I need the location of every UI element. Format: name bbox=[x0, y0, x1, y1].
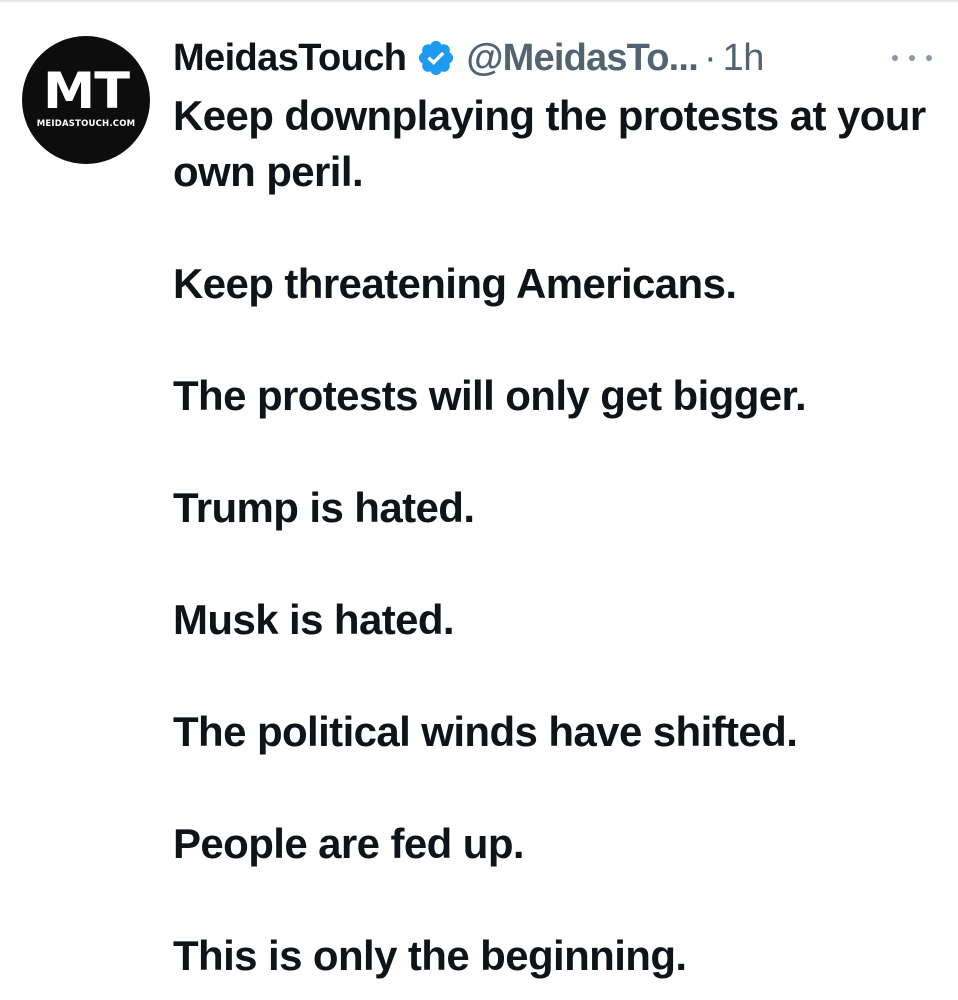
tweet-paragraph: Keep threatening Americans. bbox=[173, 260, 737, 307]
tweet-header: MeidasTouch @MeidasTo... · 1h bbox=[173, 30, 764, 86]
avatar-initials: MT bbox=[43, 62, 130, 120]
tweet-paragraph: This is only the beginning. bbox=[173, 932, 687, 979]
display-name[interactable]: MeidasTouch bbox=[173, 39, 407, 77]
handle[interactable]: @MeidasTo... bbox=[466, 39, 698, 77]
top-divider bbox=[0, 0, 958, 2]
avatar[interactable]: MT MEIDASTOUCH.COM bbox=[22, 36, 150, 164]
timestamp[interactable]: 1h bbox=[723, 39, 765, 77]
tweet-text: Keep downplaying the protests at your ow… bbox=[173, 88, 943, 984]
tweet-paragraph: People are fed up. bbox=[173, 820, 525, 867]
more-options-button[interactable] bbox=[892, 48, 932, 68]
verified-badge-icon[interactable] bbox=[416, 38, 456, 78]
tweet-paragraph: Keep downplaying the protests at your ow… bbox=[173, 92, 926, 195]
avatar-domain: MEIDASTOUCH.COM bbox=[36, 119, 136, 129]
tweet-paragraph: The protests will only get bigger. bbox=[173, 372, 807, 419]
more-horizontal-icon bbox=[909, 55, 915, 61]
tweet-paragraph: The political winds have shifted. bbox=[173, 708, 798, 755]
tweet-paragraph: Musk is hated. bbox=[173, 596, 455, 643]
more-horizontal-icon bbox=[926, 55, 932, 61]
tweet-paragraph: Trump is hated. bbox=[173, 484, 475, 531]
more-horizontal-icon bbox=[892, 55, 898, 61]
separator-dot: · bbox=[703, 37, 717, 79]
